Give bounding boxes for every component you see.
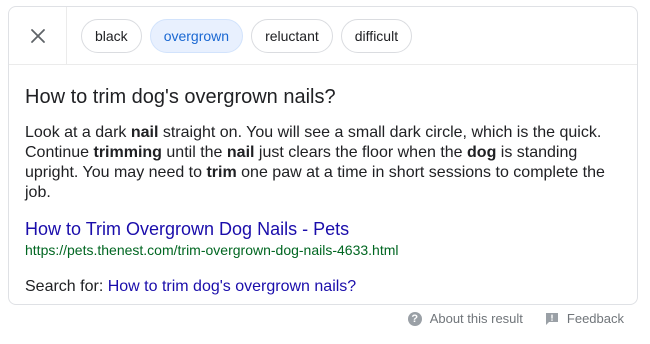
chip-black[interactable]: black [81,19,142,53]
about-this-result-link[interactable]: ? About this result [407,311,523,326]
source-url: https://pets.thenest.com/trim-overgrown-… [25,242,399,258]
chip-bar: black overgrown reluctant difficult [9,7,637,65]
snippet-question: How to trim dog's overgrown nails? [25,86,336,108]
search-for-link[interactable]: How to trim dog's overgrown nails? [108,278,357,295]
close-icon [30,28,45,43]
help-icon: ? [407,311,422,326]
feedback-icon [545,312,558,325]
chip-reluctant[interactable]: reluctant [251,19,333,53]
chip-difficult[interactable]: difficult [340,19,413,53]
feedback-link[interactable]: Feedback [545,311,624,326]
source-title-link[interactable]: How to Trim Overgrown Dog Nails - Pets [25,219,349,240]
result-footer: ? About this result Feedback [407,311,624,326]
search-for: Search for: How to trim dog's overgrown … [25,278,356,296]
featured-snippet-card: black overgrown reluctant difficult How … [8,6,638,305]
close-button[interactable] [9,7,67,64]
search-for-label: Search for: [25,278,108,295]
feedback-label: Feedback [566,311,624,326]
chip-list: black overgrown reluctant difficult [81,19,413,53]
snippet-answer: Look at a dark nail straight on. You wil… [25,124,605,201]
chip-overgrown[interactable]: overgrown [149,19,244,53]
about-label: About this result [429,311,523,326]
